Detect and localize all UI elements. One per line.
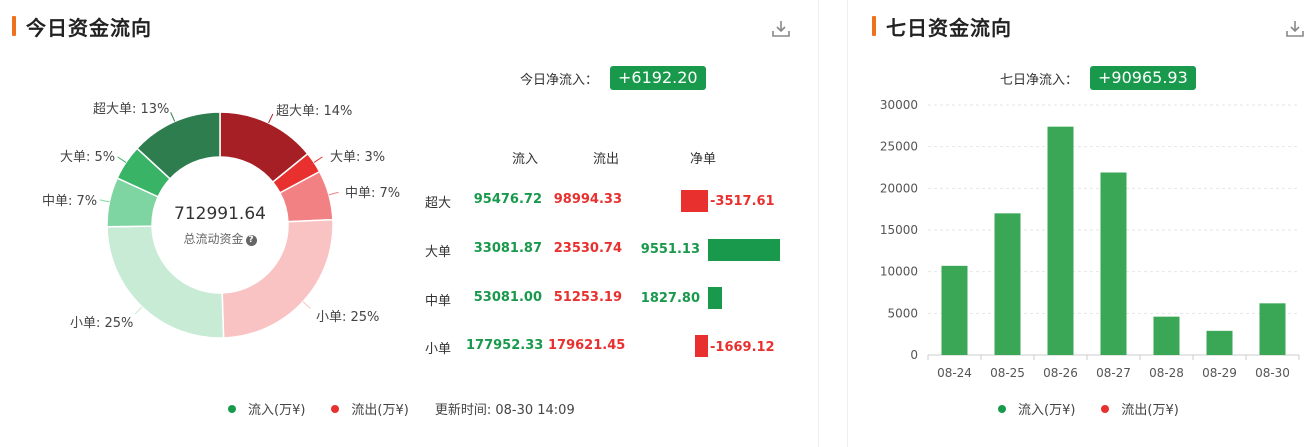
- donut-leader-line: [313, 156, 323, 163]
- x-tick-label: 08-24: [937, 366, 972, 380]
- table-header-net: 净单: [690, 152, 717, 167]
- bar[interactable]: [941, 265, 968, 355]
- pie-label-small-out: 小单: 25%: [316, 310, 380, 325]
- row-net: 1827.80: [640, 291, 700, 306]
- row-label: 小单: [425, 342, 452, 357]
- legend-out[interactable]: 流出(万¥): [1101, 399, 1179, 418]
- today-net-label: 今日净流入：: [520, 72, 599, 88]
- net-bar: [681, 190, 708, 212]
- donut-leader-line: [268, 113, 274, 124]
- net-bar: [708, 239, 780, 261]
- pie-label-medium-out: 中单: 7%: [345, 186, 401, 201]
- seven-day-legend: 流入(万¥) 流出(万¥): [998, 399, 1205, 418]
- donut-leader-line: [302, 301, 311, 309]
- legend-dot-out: [331, 404, 340, 413]
- today-title: 今日资金流向: [26, 15, 152, 40]
- y-tick-label: 20000: [880, 181, 918, 195]
- pie-label-large-out: 大单: 3%: [330, 150, 386, 165]
- x-tick-label: 08-28: [1149, 366, 1184, 380]
- row-net: 9551.13: [640, 242, 700, 257]
- bar[interactable]: [1206, 330, 1233, 355]
- legend-dot-out: [1101, 404, 1110, 413]
- row-out: 23530.74: [553, 241, 622, 256]
- legend-in-label: 流入(万¥): [1018, 403, 1076, 418]
- legend-dot-in: [228, 404, 236, 413]
- y-tick-label: 5000: [887, 306, 918, 320]
- question-icon[interactable]: ?: [245, 235, 257, 246]
- y-tick-label: 25000: [880, 140, 918, 154]
- donut-leader-line: [328, 191, 339, 196]
- row-label: 大单: [425, 245, 452, 260]
- legend-out-label: 流出(万¥): [1121, 403, 1179, 418]
- total-flow-label-text: 总流动资金: [183, 232, 244, 246]
- bar[interactable]: [1153, 316, 1180, 355]
- y-tick-label: 15000: [880, 223, 918, 237]
- x-tick-label: 08-26: [1043, 366, 1078, 380]
- today-net-badge: +6192.20: [610, 66, 706, 90]
- total-flow-label: 总流动资金?: [150, 230, 290, 247]
- total-flow-value: 712991.64: [174, 204, 266, 224]
- pie-label-super-large-out: 超大单: 14%: [276, 104, 353, 119]
- row-net: -1669.12: [710, 340, 775, 355]
- net-bar: [695, 335, 708, 357]
- donut-leader-line: [134, 306, 143, 315]
- table-header-out: 流出: [593, 152, 620, 167]
- row-out: 98994.33: [553, 192, 622, 207]
- update-time: 更新时间: 08-30 14:09: [435, 399, 575, 418]
- x-tick-label: 08-29: [1202, 366, 1237, 380]
- update-time-label: 更新时间: 08-30 14:09: [434, 403, 575, 418]
- row-out: 51253.19: [553, 290, 622, 305]
- row-in: 33081.87: [473, 241, 542, 256]
- y-tick-label: 10000: [880, 265, 918, 279]
- seven-day-panel: 七日资金流向 七日净流入： +90965.93 0 5000 10000 15000 2…: [848, 0, 1315, 447]
- seven-day-bar-chart: 0 5000 10000 15000 20000 25000 30000 08-24 08-25…: [880, 98, 1300, 380]
- bar[interactable]: [1047, 126, 1074, 356]
- row-out: 179621.45: [548, 338, 626, 353]
- today-legend: 流入(万¥) 流出(万¥) 更新时间: 08-30 14:09: [228, 399, 601, 418]
- pie-label-super-large-in: 超大单: 13%: [93, 102, 170, 117]
- legend-dot-in: [998, 404, 1006, 413]
- legend-in[interactable]: 流入(万¥): [998, 399, 1075, 418]
- row-in: 95476.72: [473, 192, 542, 207]
- legend-out[interactable]: 流出(万¥): [331, 399, 409, 418]
- download-icon[interactable]: [770, 18, 792, 40]
- net-bar: [708, 287, 722, 309]
- legend-in[interactable]: 流入(万¥): [228, 399, 305, 418]
- y-tick-label: 30000: [880, 98, 918, 112]
- row-in: 53081.00: [473, 290, 542, 305]
- donut-leader-line: [117, 156, 127, 163]
- legend-in-label: 流入(万¥): [248, 403, 306, 418]
- pie-label-large-in: 大单: 5%: [60, 150, 116, 165]
- pie-label-medium-in: 中单: 7%: [42, 194, 98, 209]
- bar[interactable]: [1259, 303, 1286, 355]
- legend-out-label: 流出(万¥): [351, 403, 409, 418]
- donut-leader-line: [99, 199, 110, 203]
- x-tick-label: 08-27: [1096, 366, 1131, 380]
- row-in: 177952.33: [466, 338, 544, 353]
- bar[interactable]: [1100, 172, 1127, 356]
- row-label: 中单: [425, 294, 452, 309]
- panel-divider: [818, 0, 848, 447]
- table-header-in: 流入: [512, 152, 539, 167]
- bar[interactable]: [994, 213, 1021, 355]
- today-header: 今日资金流向: [12, 12, 152, 40]
- row-net: -3517.61: [710, 194, 775, 209]
- pie-label-small-in: 小单: 25%: [70, 316, 134, 331]
- x-tick-label: 08-30: [1255, 366, 1290, 380]
- donut-leader-line: [170, 112, 176, 122]
- today-net-row: 今日净流入： +6192.20: [520, 66, 706, 90]
- x-tick-label: 08-25: [990, 366, 1025, 380]
- y-tick-label: 0: [910, 348, 918, 362]
- title-accent-bar: [12, 16, 16, 36]
- row-label: 超大: [425, 196, 452, 211]
- today-flow-panel: 今日资金流向 今日净流入： +6192.20 712991.64 总流动资金? …: [0, 0, 818, 447]
